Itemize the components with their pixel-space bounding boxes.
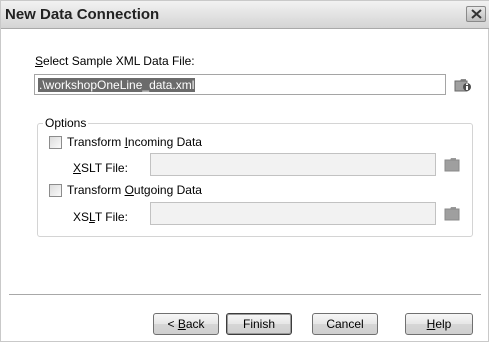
outgoing-xslt-input[interactable] [150,202,436,225]
incoming-folder-icon[interactable] [444,157,461,172]
options-legend: Options [43,116,89,130]
close-button[interactable] [466,6,486,22]
sample-file-label: Select Sample XML Data File: [35,54,195,68]
finish-button[interactable]: Finish [226,313,292,335]
outgoing-folder-icon[interactable] [444,206,461,221]
sample-file-value: .\workshopOneLine_data.xml [38,78,196,92]
transform-outgoing-checkbox[interactable] [49,184,62,197]
button-separator [9,294,481,296]
transform-incoming-checkbox[interactable] [49,136,62,149]
back-button[interactable]: < Back [153,313,219,335]
sample-file-input[interactable]: .\workshopOneLine_data.xml [34,74,446,95]
close-icon [471,9,482,19]
dialog-title: New Data Connection [5,6,160,23]
help-button[interactable]: Help [405,313,473,335]
incoming-xslt-input[interactable] [150,153,436,176]
folder-open-icon[interactable] [454,77,472,93]
new-data-connection-dialog: New Data Connection Select Sample XML Da… [0,0,489,342]
transform-incoming-label: Transform Incoming Data [67,135,202,149]
transform-outgoing-label: Transform Outgoing Data [67,183,202,197]
outgoing-xslt-label: XSLT File: [73,210,128,224]
title-bar: New Data Connection [1,1,489,29]
incoming-xslt-label: XSLT File: [73,161,128,175]
cancel-button[interactable]: Cancel [312,313,378,335]
